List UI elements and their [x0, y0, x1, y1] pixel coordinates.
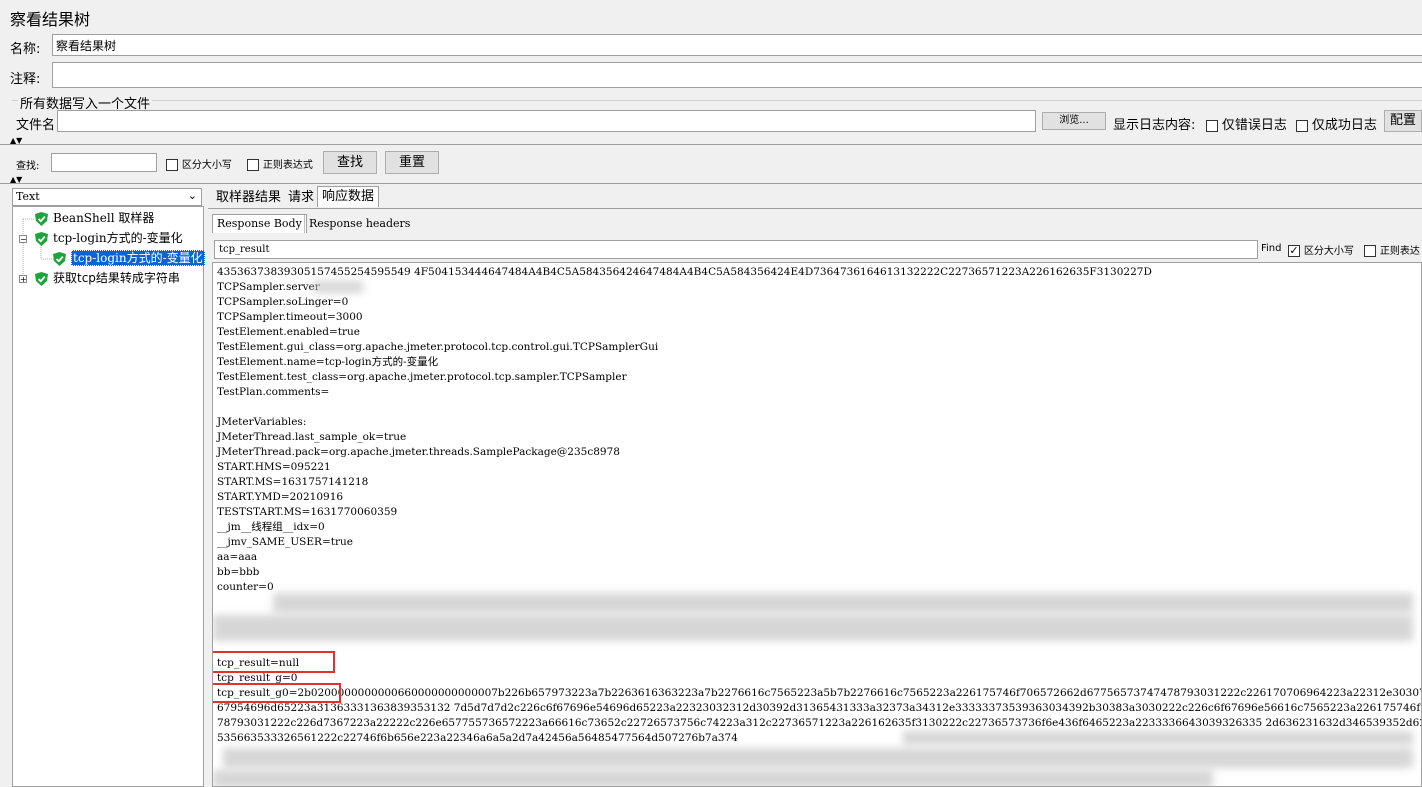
response-find-input[interactable]: tcp_result: [214, 240, 1258, 259]
errors-only-checkbox[interactable]: 仅错误日志: [1206, 114, 1287, 133]
response-line: TestElement.gui_class=org.apache.jmeter.…: [217, 341, 659, 353]
response-line: TestElement.test_class=org.apache.jmeter…: [217, 371, 627, 383]
response-case-checkbox[interactable]: 区分大小写: [1288, 242, 1354, 257]
search-case-box[interactable]: [166, 158, 178, 171]
expand-icon[interactable]: +: [19, 275, 27, 284]
response-line: START.HMS=095221: [217, 461, 331, 473]
search-regex-checkbox[interactable]: 正则表达式: [247, 156, 313, 171]
response-line: 78793031222c226d7367223a22222c226e657755…: [217, 717, 1422, 729]
renderer-select[interactable]: Text ⌄: [12, 188, 202, 206]
response-line: 43536373839305157455254595549 4F50415344…: [217, 266, 1152, 278]
subtab-response-body[interactable]: Response Body: [212, 214, 307, 233]
renderer-select-value: Text: [16, 190, 40, 203]
response-regex-box[interactable]: [1364, 244, 1376, 257]
response-line: TCPSampler.server: [217, 281, 320, 293]
config-button[interactable]: 配置: [1384, 110, 1422, 132]
response-line: __jmv_SAME_USER=true: [217, 536, 353, 548]
redacted-region: [903, 731, 1413, 745]
splitter-top[interactable]: [0, 144, 1422, 145]
tree-item-label: 获取tcp结果转成字符串: [53, 271, 180, 285]
response-line: JMeterThread.last_sample_ok=true: [217, 431, 407, 443]
success-only-label: 仅成功日志: [1311, 118, 1377, 133]
tree-item-label-selected: tcp-login方式的-变量化: [71, 250, 205, 266]
response-line: aa=aaa: [217, 551, 258, 563]
success-only-checkbox[interactable]: 仅成功日志: [1296, 114, 1377, 133]
success-only-box[interactable]: [1296, 119, 1308, 132]
redacted-region: [273, 593, 1413, 613]
file-group-border: [12, 100, 1422, 101]
response-line: TestElement.name=tcp-login方式的-变量化: [217, 356, 439, 368]
result-tree[interactable]: − + BeanShell 取样器 tcp-login方式的-变量化 tcp-l…: [12, 206, 205, 787]
response-line: counter=0: [217, 581, 274, 593]
expand-collapse-icon[interactable]: −: [19, 235, 27, 244]
errors-only-box[interactable]: [1206, 119, 1218, 132]
response-body[interactable]: 43536373839305157455254595549 4F50415344…: [212, 262, 1422, 787]
subtab-response-headers[interactable]: Response headers: [304, 215, 414, 233]
log-content-label: 显示日志内容:: [1113, 118, 1196, 133]
success-shield-icon: [35, 231, 48, 246]
response-regex-label: 正则表达: [1379, 246, 1420, 257]
page-title: 察看结果树: [10, 10, 91, 29]
chevron-down-icon: ⌄: [187, 189, 197, 202]
search-input[interactable]: [51, 153, 157, 172]
response-line: JMeterThread.pack=org.apache.jmeter.thre…: [217, 446, 620, 458]
file-input[interactable]: [57, 110, 1036, 132]
response-line: TCPSampler.timeout=3000: [217, 311, 363, 323]
splitter-middle[interactable]: [0, 183, 1422, 184]
redacted-region: [223, 748, 1413, 768]
tab-divider: [208, 208, 1422, 209]
highlight-box: [213, 683, 341, 703]
reset-button[interactable]: 重置: [385, 151, 439, 174]
find-button[interactable]: 查找: [323, 151, 377, 174]
search-regex-label: 正则表达式: [262, 160, 313, 171]
name-input[interactable]: 察看结果树: [52, 34, 1422, 56]
response-line: TESTSTART.MS=1631770060359: [217, 506, 398, 518]
response-line: START.YMD=20210916: [217, 491, 344, 503]
tree-item-tcp-login-child[interactable]: tcp-login方式的-变量化: [53, 249, 205, 267]
search-case-checkbox[interactable]: 区分大小写: [166, 156, 232, 171]
response-case-box[interactable]: [1288, 244, 1300, 257]
response-line: JMeterVariables:: [217, 416, 307, 428]
tree-item-label: BeanShell 取样器: [53, 211, 155, 225]
errors-only-label: 仅错误日志: [1221, 118, 1287, 133]
tree-item-tcp-login[interactable]: tcp-login方式的-变量化: [35, 229, 183, 247]
tree-item-get-tcp-result[interactable]: 获取tcp结果转成字符串: [35, 269, 180, 287]
search-case-label: 区分大小写: [181, 160, 232, 171]
search-label: 查找:: [16, 161, 40, 172]
success-shield-icon: [53, 251, 66, 266]
file-label: 文件名: [16, 118, 56, 133]
splitter-arrows-icon[interactable]: ▲▼: [10, 136, 22, 145]
response-line: 67954696d65223a31363331363839353132 7d5d…: [217, 702, 1422, 714]
comment-label: 注释:: [10, 72, 41, 87]
tab-response-data[interactable]: 响应数据: [317, 186, 380, 207]
highlight-box: [213, 651, 335, 673]
response-case-label: 区分大小写: [1303, 246, 1354, 257]
search-regex-box[interactable]: [247, 158, 259, 171]
redacted-region: [213, 615, 1413, 641]
response-line: TestPlan.comments=: [217, 386, 330, 398]
redacted-region: [213, 770, 1213, 786]
response-regex-checkbox[interactable]: 正则表达: [1364, 242, 1420, 257]
response-line: TCPSampler.soLinger=0: [217, 296, 349, 308]
response-line: START.MS=1631757141218: [217, 476, 369, 488]
response-line: 535663533326561222c22746f6b656e223a22346…: [217, 732, 738, 744]
success-shield-icon: [35, 211, 48, 226]
tree-item-beanshell[interactable]: BeanShell 取样器: [35, 209, 154, 227]
tab-sampler-result[interactable]: 取样器结果: [212, 188, 286, 208]
tab-request[interactable]: 请求: [284, 188, 319, 208]
success-shield-icon: [35, 271, 48, 286]
response-line: tcp_result_g0=2b020000000000066000000000…: [217, 687, 1422, 699]
comment-input[interactable]: [52, 62, 1422, 88]
browse-button[interactable]: 浏览...: [1042, 112, 1106, 130]
response-line: TestElement.enabled=true: [217, 326, 361, 338]
splitter-arrows-icon-2[interactable]: ▲▼: [10, 175, 22, 184]
tree-item-label: tcp-login方式的-变量化: [53, 231, 183, 245]
response-line: __jm__线程组__idx=0: [217, 521, 325, 533]
redacted-region: [313, 281, 363, 293]
response-find-label: Find: [1261, 243, 1282, 254]
response-line: bb=bbb: [217, 566, 260, 578]
name-label: 名称:: [10, 42, 41, 57]
